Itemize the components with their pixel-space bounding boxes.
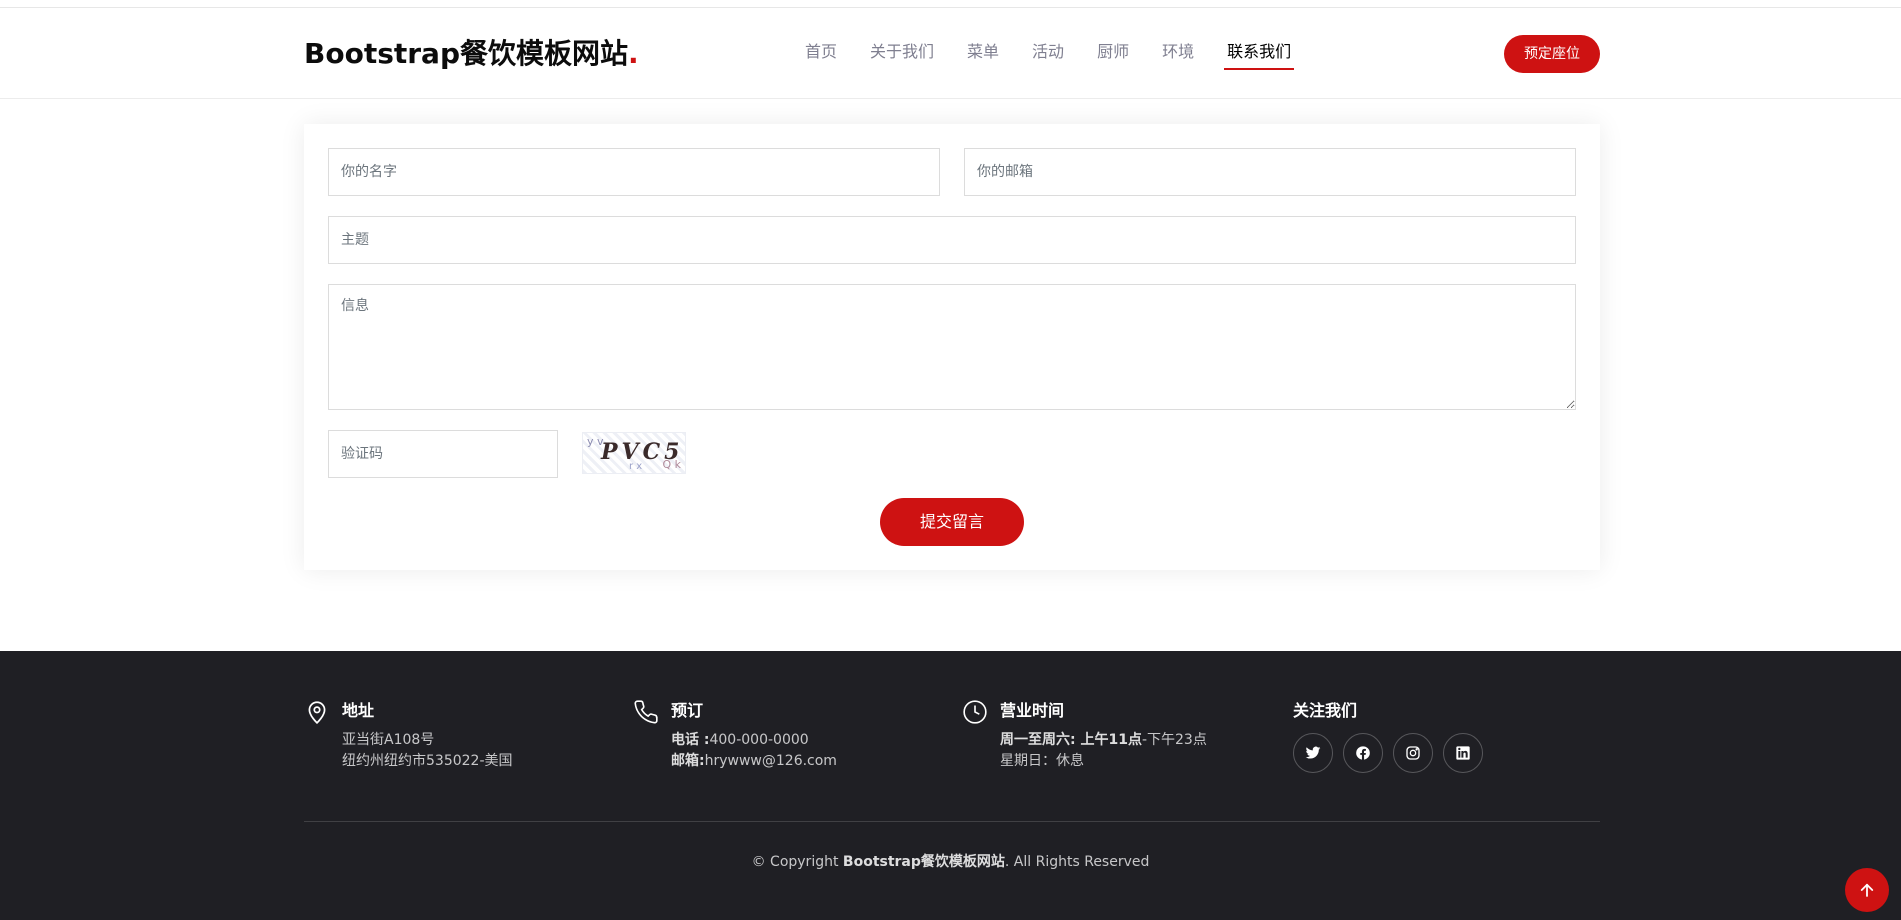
- subject-input[interactable]: [328, 216, 1576, 264]
- social-links: [1293, 733, 1483, 773]
- name-input[interactable]: [328, 148, 940, 196]
- footer-booking-title: 预订: [671, 701, 704, 720]
- copyright-brand: Bootstrap餐饮模板网站: [842, 854, 1005, 870]
- facebook-icon: [1356, 746, 1370, 760]
- book-table-button[interactable]: 预定座位: [1504, 35, 1600, 73]
- nav-about[interactable]: 关于我们: [870, 40, 934, 70]
- captcha-input[interactable]: [328, 430, 558, 478]
- weekday-open: 上午11点: [1075, 732, 1142, 748]
- instagram-icon: [1406, 746, 1420, 760]
- weekday-hours: 周一至周六: 上午11点-下午23点: [1000, 730, 1207, 750]
- nav-home[interactable]: 首页: [805, 40, 837, 70]
- site-footer: 地址 亚当街A108号 纽约州纽约市535022-美国 预订 电话 :400-0…: [0, 651, 1901, 920]
- footer-follow-title: 关注我们: [1293, 701, 1358, 720]
- phone-label: 电话 :: [671, 732, 710, 748]
- twitter-icon: [1305, 746, 1321, 759]
- weekday-label: 周一至周六:: [1000, 732, 1076, 748]
- site-header: Bootstrap餐饮模板网站. 首页 关于我们 菜单 活动 厨师 环境 联系我…: [0, 8, 1901, 99]
- submit-message-button[interactable]: 提交留言: [880, 498, 1024, 546]
- sunday-hours: 星期日：休息: [1000, 753, 1084, 769]
- back-to-top-button[interactable]: [1845, 868, 1889, 912]
- captcha-image[interactable]: y v r x Q k PVC5: [582, 432, 686, 474]
- captcha-text: PVC5: [601, 439, 684, 465]
- phone-value: 400-000-0000: [709, 732, 809, 748]
- twitter-link[interactable]: [1293, 733, 1333, 773]
- email-input[interactable]: [964, 148, 1576, 196]
- address-line-2: 纽约州纽约市535022-美国: [342, 753, 513, 769]
- linkedin-link[interactable]: [1443, 733, 1483, 773]
- email-value: hrywww@126.com: [704, 753, 837, 769]
- footer-divider: [304, 821, 1600, 822]
- nav-events[interactable]: 活动: [1032, 40, 1064, 70]
- phone-icon: [633, 699, 659, 725]
- nav-contact[interactable]: 联系我们: [1224, 40, 1295, 70]
- email-label: 邮箱:: [671, 753, 705, 769]
- footer-hours-title: 营业时间: [1000, 701, 1065, 720]
- weekday-close: -下午23点: [1141, 732, 1207, 748]
- nav-chefs[interactable]: 厨师: [1097, 40, 1129, 70]
- logo-text: Bootstrap餐饮模板网站: [304, 37, 628, 70]
- copyright: © Copyright Bootstrap餐饮模板网站. All Rights …: [0, 852, 1901, 872]
- footer-email: 邮箱:hrywww@126.com: [671, 751, 837, 771]
- clock-icon: [962, 699, 988, 725]
- linkedin-icon: [1456, 746, 1470, 760]
- footer-address-title: 地址: [342, 701, 375, 720]
- contact-form: y v r x Q k PVC5 提交留言: [304, 124, 1600, 570]
- main-nav: 首页 关于我们 菜单 活动 厨师 环境 联系我们: [805, 40, 1324, 70]
- top-strip: [0, 0, 1901, 8]
- arrow-up-icon: [1860, 883, 1874, 897]
- copyright-prefix: © Copyright: [751, 854, 843, 870]
- logo-dot: .: [628, 37, 639, 70]
- address-line-1: 亚当街A108号: [342, 732, 435, 748]
- site-logo[interactable]: Bootstrap餐饮模板网站.: [304, 36, 639, 72]
- instagram-link[interactable]: [1393, 733, 1433, 773]
- map-pin-icon: [304, 699, 330, 725]
- message-textarea[interactable]: [328, 284, 1576, 410]
- footer-phone: 电话 :400-000-0000: [671, 730, 809, 750]
- copyright-suffix: . All Rights Reserved: [1004, 854, 1150, 870]
- nav-menu[interactable]: 菜单: [967, 40, 999, 70]
- facebook-link[interactable]: [1343, 733, 1383, 773]
- nav-gallery[interactable]: 环境: [1162, 40, 1194, 70]
